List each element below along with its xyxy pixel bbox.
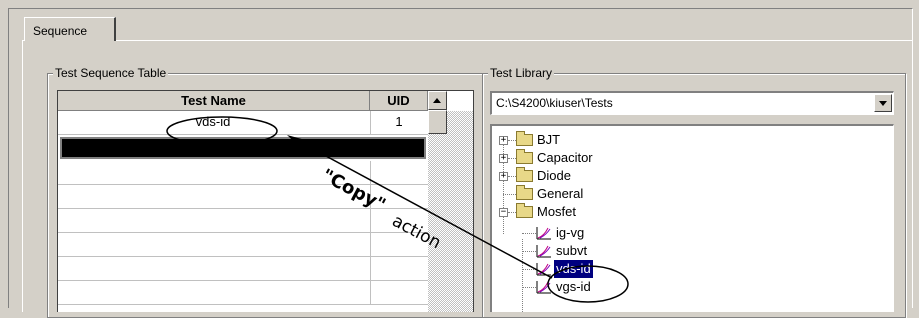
test-curve-icon [536, 281, 551, 294]
table-row[interactable] [58, 257, 428, 281]
table-row[interactable]: vds-id 1 [58, 111, 428, 135]
tree-node-diode[interactable]: + Diode [492, 167, 692, 185]
tab-sequence[interactable]: Sequence [24, 17, 116, 41]
tree-connector [508, 158, 516, 159]
table-scrollbar[interactable] [428, 91, 473, 312]
folder-icon [516, 185, 533, 200]
scroll-thumb[interactable] [428, 110, 447, 134]
test-library-tree[interactable]: + BJT + Capacitor + Diode General − Mosf… [490, 124, 894, 312]
library-path-value: C:\S4200\kiuser\Tests [496, 96, 613, 110]
cell-uid: 1 [370, 111, 427, 135]
tree-label: Mosfet [537, 204, 577, 219]
expand-plus-icon[interactable]: + [499, 136, 508, 145]
table-row[interactable] [58, 281, 428, 305]
chevron-down-icon [879, 101, 887, 106]
group-label-library: Test Library [488, 66, 555, 80]
tree-node-vds-id[interactable]: vds-id [492, 259, 692, 279]
tree-connector [522, 269, 536, 270]
tree-connector [508, 212, 516, 213]
library-path-dropdown[interactable]: C:\S4200\kiuser\Tests [490, 91, 894, 115]
test-curve-icon [536, 227, 551, 240]
column-header-uid[interactable]: UID [370, 91, 428, 111]
folder-icon [516, 131, 533, 146]
tree-label: Capacitor [537, 150, 593, 165]
collapse-minus-icon[interactable]: − [499, 208, 508, 217]
tree-node-ig-vg[interactable]: ig-vg [492, 224, 692, 242]
tree-node-subvt[interactable]: subvt [492, 242, 692, 260]
scroll-track[interactable] [428, 111, 473, 312]
table-row[interactable] [58, 161, 428, 185]
folder-open-icon [516, 203, 533, 218]
tree-connector [508, 176, 516, 177]
cell-uid [370, 161, 427, 185]
test-curve-icon [536, 245, 551, 258]
tree-connector [522, 233, 536, 234]
cell-uid [370, 281, 427, 305]
column-header-test-name[interactable]: Test Name [58, 91, 370, 111]
table-row-selected-empty[interactable] [60, 137, 426, 159]
tree-node-vgs-id[interactable]: vgs-id [492, 278, 692, 296]
expand-plus-icon[interactable]: + [499, 172, 508, 181]
tree-connector [503, 194, 516, 195]
cell-test-name: vds-id [195, 114, 231, 129]
tree-connector [508, 140, 516, 141]
tree-label: vgs-id [556, 279, 591, 294]
arrow-up-icon [433, 98, 441, 103]
cell-uid [370, 257, 427, 281]
tree-connector [522, 287, 536, 288]
scroll-up-button[interactable] [428, 91, 447, 110]
tree-node-mosfet[interactable]: − Mosfet [492, 203, 692, 221]
folder-icon [516, 149, 533, 164]
tree-label: BJT [537, 132, 561, 147]
tree-node-capacitor[interactable]: + Capacitor [492, 149, 692, 167]
tree-connector [522, 251, 536, 252]
group-label-sequence: Test Sequence Table [53, 66, 169, 80]
dropdown-button[interactable] [874, 94, 892, 112]
test-sequence-table[interactable]: Test Name UID vds-id 1 [57, 90, 474, 312]
test-curve-icon [536, 263, 551, 276]
tree-label: General [537, 186, 584, 201]
tree-label: Diode [537, 168, 571, 183]
table-row[interactable] [58, 233, 428, 257]
expand-plus-icon[interactable]: + [499, 154, 508, 163]
tree-label-selected: vds-id [553, 259, 594, 279]
tree-node-general[interactable]: General [492, 185, 692, 203]
tree-label: ig-vg [556, 225, 585, 240]
folder-icon [516, 167, 533, 182]
tree-label: subvt [556, 243, 588, 258]
tree-node-bjt[interactable]: + BJT [492, 131, 692, 149]
